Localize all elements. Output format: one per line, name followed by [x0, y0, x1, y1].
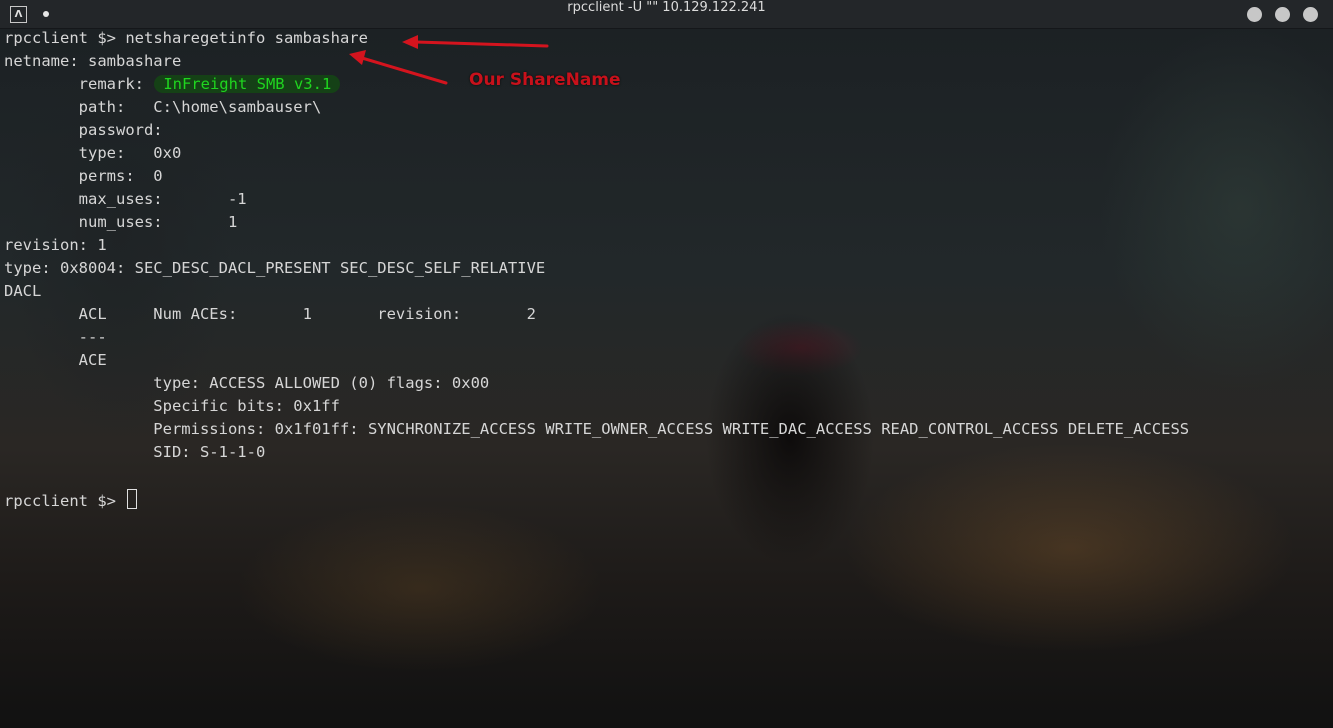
- annotation-label: Our ShareName: [469, 70, 621, 90]
- arrow-to-command: [402, 35, 549, 49]
- output-specific-bits: Specific bits: 0x1ff: [4, 397, 340, 415]
- output-acl: ACL Num ACEs: 1 revision: 2: [4, 305, 536, 323]
- output-dacl: DACL: [4, 282, 42, 300]
- minimize-button[interactable]: [1247, 7, 1262, 22]
- final-prompt-line[interactable]: rpcclient $>: [4, 489, 138, 512]
- remark-label: remark:: [4, 75, 154, 93]
- terminal-window: Λ rpcclient -U "" 10.129.122.241 rpcclie…: [0, 0, 1333, 728]
- output-perms: perms: 0: [4, 167, 163, 185]
- arrow-to-sharename: [349, 50, 448, 85]
- output-netname: netname: sambashare: [4, 52, 182, 70]
- output-max-uses: max_uses: -1: [4, 190, 247, 208]
- command-text: netsharegetinfo sambashare: [125, 29, 368, 47]
- output-permissions: Permissions: 0x1f01ff: SYNCHRONIZE_ACCES…: [4, 420, 1190, 438]
- close-button[interactable]: [1303, 7, 1318, 22]
- prompt: rpcclient $>: [4, 29, 126, 47]
- output-ace: ACE: [4, 351, 107, 369]
- terminal-area[interactable]: rpcclient $> netsharegetinfo sambashare …: [0, 28, 1333, 728]
- final-prompt: rpcclient $>: [4, 492, 126, 510]
- output-sid: SID: S-1-1-0: [4, 443, 266, 461]
- output-ace-type: type: ACCESS ALLOWED (0) flags: 0x00: [4, 374, 490, 392]
- output-num-uses: num_uses: 1: [4, 213, 238, 231]
- command-line: rpcclient $> netsharegetinfo sambashare: [4, 29, 368, 52]
- window-title: rpcclient -U "" 10.129.122.241: [567, 0, 766, 15]
- output-remark: remark: InFreight SMB v3.1: [4, 75, 341, 98]
- output-type: type: 0x0: [4, 144, 182, 162]
- text-cursor: [127, 489, 138, 509]
- output-revision: revision: 1: [4, 236, 107, 254]
- output-separator: ---: [4, 328, 107, 346]
- output-sd-type: type: 0x8004: SEC_DESC_DACL_PRESENT SEC_…: [4, 259, 546, 277]
- remark-value-highlight: InFreight SMB v3.1: [154, 75, 341, 93]
- output-path: path: C:\home\sambauser\: [4, 98, 322, 116]
- title-bar[interactable]: Λ rpcclient -U "" 10.129.122.241: [0, 0, 1333, 29]
- output-password: password:: [4, 121, 163, 139]
- maximize-button[interactable]: [1275, 7, 1290, 22]
